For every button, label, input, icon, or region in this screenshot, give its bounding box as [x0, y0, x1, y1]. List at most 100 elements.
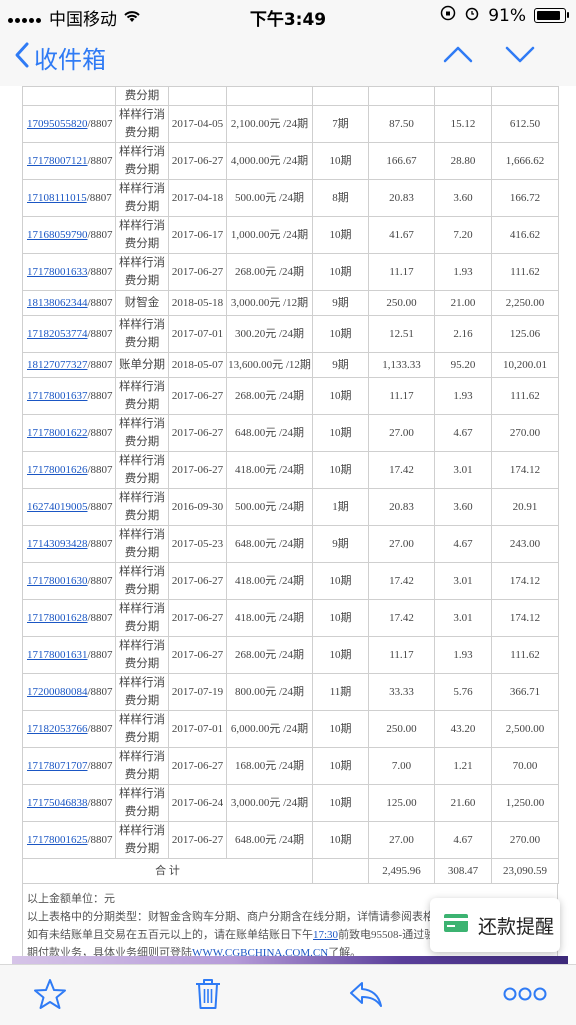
- principal-amount: 125.00: [368, 784, 435, 822]
- installment-id-link[interactable]: 17178001622: [27, 427, 88, 439]
- installment-id-link[interactable]: 17178001625: [27, 834, 88, 846]
- current-period: 9期: [312, 525, 369, 563]
- remaining-amount: 612.50: [491, 105, 559, 143]
- installment-id-link[interactable]: 18127077327: [27, 359, 88, 371]
- installment-id-link[interactable]: 17168059790: [27, 229, 88, 241]
- current-period: 10期: [312, 377, 369, 415]
- reply-button[interactable]: [348, 977, 384, 1016]
- total-principal: 2,495.96: [368, 858, 435, 884]
- installment-id: 17095055820/8807: [22, 105, 116, 143]
- type-line-1: 样样行消: [119, 183, 165, 195]
- installment-type: 账单分期: [115, 352, 169, 378]
- transaction-date: 2017-06-24: [168, 784, 227, 822]
- installment-id-link[interactable]: 17182053766: [27, 723, 88, 735]
- principal-amount: 17.42: [368, 562, 435, 600]
- transaction-amount: 418.00元 /24期: [226, 562, 313, 600]
- star-icon: [34, 979, 66, 1009]
- current-period: 11期: [312, 673, 369, 711]
- installment-type: 样样行消 费分期: [115, 179, 169, 217]
- installment-type: 样样行消 费分期: [115, 673, 169, 711]
- transaction-date: 2018-05-07: [168, 352, 227, 378]
- type-line-2: 费分期: [124, 547, 160, 559]
- installment-id: 17178001628/8807: [22, 599, 116, 637]
- fee-amount: 1.93: [434, 377, 492, 415]
- card-suffix: /8807: [87, 155, 113, 167]
- type-line-1: 样样行消: [119, 825, 165, 837]
- bottom-toolbar: [0, 964, 576, 1025]
- installment-id-link[interactable]: 17175046838: [27, 797, 88, 809]
- flag-button[interactable]: [33, 977, 67, 1016]
- card-suffix: /8807: [87, 229, 113, 241]
- principal-amount: 7.00: [368, 747, 435, 785]
- installment-id-link[interactable]: 17108111015: [27, 192, 87, 204]
- type-line-2: 费分期: [124, 337, 160, 349]
- installment-id-link[interactable]: 18138062344: [27, 297, 88, 309]
- remaining-amount: 174.12: [491, 451, 559, 489]
- installment-id-link[interactable]: 17178071707: [27, 760, 88, 772]
- principal-amount: 17.42: [368, 451, 435, 489]
- card-suffix: /8807: [87, 575, 113, 587]
- type-line-1: 样样行消: [119, 677, 165, 689]
- fee-amount: 15.12: [434, 105, 492, 143]
- type-line-1: 样样行消: [119, 146, 165, 158]
- card-suffix: /8807: [87, 649, 113, 661]
- installment-id: 17178001625/8807: [22, 821, 116, 859]
- transaction-amount: 168.00元 /24期: [226, 747, 313, 785]
- installment-id: 18127077327/8807: [22, 352, 116, 378]
- installment-id-link[interactable]: 17178001633: [27, 266, 88, 278]
- type-line-2: 费分期: [124, 658, 160, 670]
- transaction-amount: 6,000.00元 /24期: [226, 710, 313, 748]
- transaction-date: 2017-06-27: [168, 599, 227, 637]
- installment-id: 17175046838/8807: [22, 784, 116, 822]
- current-period: 10期: [312, 315, 369, 353]
- type-line-1: 样样行消: [119, 714, 165, 726]
- installment-id-link[interactable]: 17182053774: [27, 328, 88, 340]
- transaction-date: 2017-06-27: [168, 142, 227, 180]
- installment-id-link[interactable]: 17178001630: [27, 575, 88, 587]
- transaction-amount: 300.20元 /24期: [226, 315, 313, 353]
- remaining-amount: 1,250.00: [491, 784, 559, 822]
- installment-id-link[interactable]: 17178001628: [27, 612, 88, 624]
- more-icon: [503, 987, 547, 1001]
- installment-id-link[interactable]: 17200080084: [27, 686, 88, 698]
- transaction-date: 2018-05-18: [168, 290, 227, 316]
- installment-type: 样样行消 费分期: [115, 747, 169, 785]
- installment-id-link[interactable]: 17178001637: [27, 390, 88, 402]
- card-suffix: /8807: [87, 359, 113, 371]
- trash-icon: [196, 979, 220, 1009]
- email-body[interactable]: 费分期 17095055820/8807 样样行消 费分期 2017-04-05 2,1…: [0, 86, 576, 964]
- transaction-amount: 268.00元 /24期: [226, 377, 313, 415]
- installment-id-link[interactable]: 17095055820: [27, 118, 88, 130]
- installment-type: 样样行消 费分期: [115, 488, 169, 526]
- more-button[interactable]: [503, 985, 547, 1008]
- installment-id-link[interactable]: 17143093428: [27, 538, 88, 550]
- installment-id: 17200080084/8807: [22, 673, 116, 711]
- installment-id-link[interactable]: 17178001631: [27, 649, 88, 661]
- transaction-amount: 418.00元 /24期: [226, 451, 313, 489]
- fee-amount: 3.01: [434, 599, 492, 637]
- installment-id-link[interactable]: 16274019005: [27, 501, 88, 513]
- principal-amount: 87.50: [368, 105, 435, 143]
- installment-type: 样样行消 费分期: [115, 105, 169, 143]
- installment-id-link[interactable]: 17178007121: [27, 155, 88, 167]
- transaction-amount: 800.00元 /24期: [226, 673, 313, 711]
- previous-message-button[interactable]: [442, 42, 474, 70]
- remaining-amount: 125.06: [491, 315, 559, 353]
- delete-button[interactable]: [193, 977, 223, 1016]
- installment-id-link[interactable]: 17178001626: [27, 464, 88, 476]
- table-row: 16274019005/8807 样样行消 费分期 2016-09-30 500.00元…: [22, 488, 559, 526]
- current-period: 10期: [312, 451, 369, 489]
- transaction-amount: 648.00元 /24期: [226, 821, 313, 859]
- transaction-date: 2017-07-19: [168, 673, 227, 711]
- current-period: 8期: [312, 179, 369, 217]
- remaining-amount: 174.12: [491, 562, 559, 600]
- installment-table-wrapper: 费分期 17095055820/8807 样样行消 费分期 2017-04-05 2,1…: [22, 86, 559, 884]
- fee-amount: 4.67: [434, 414, 492, 452]
- time-link[interactable]: 17:30: [313, 929, 338, 941]
- back-button[interactable]: 收件箱: [14, 40, 106, 75]
- next-message-button[interactable]: [504, 42, 536, 70]
- table-row: 17108111015/8807 样样行消 费分期 2017-04-18 500.00元…: [22, 179, 559, 217]
- installment-id: 17143093428/8807: [22, 525, 116, 563]
- repayment-reminder-toast[interactable]: 还款提醒: [430, 898, 560, 952]
- table-row: 17178001637/8807 样样行消 费分期 2017-06-27 268.00元…: [22, 377, 559, 415]
